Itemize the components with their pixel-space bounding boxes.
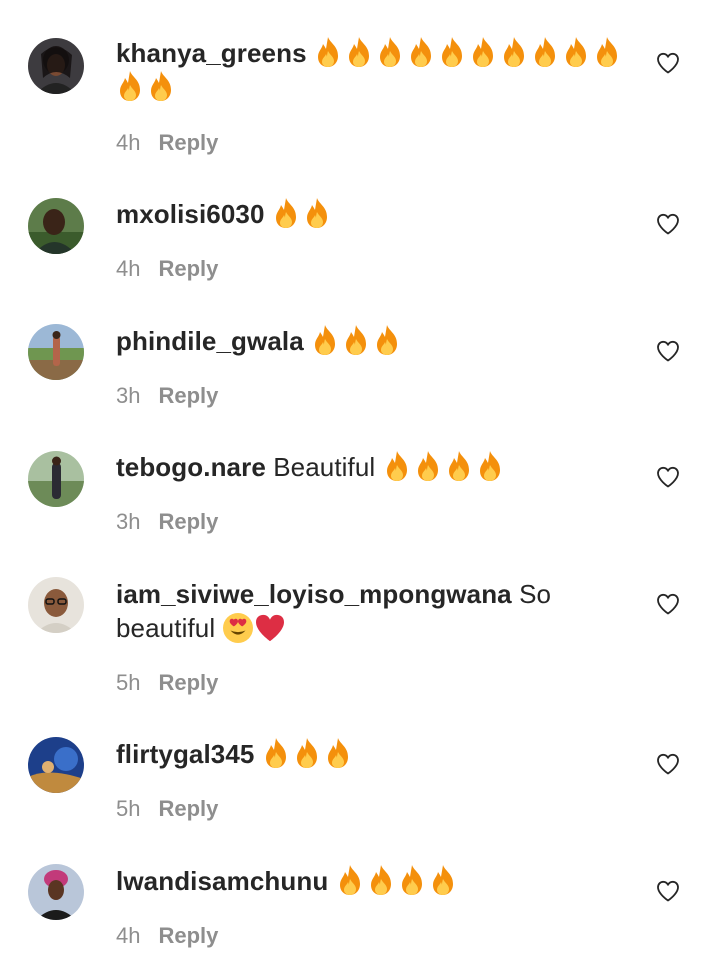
fire-emoji [472,37,493,67]
fire-emoji [306,198,327,228]
comment-timestamp: 5h [116,670,141,695]
heart-outline-icon[interactable] [656,880,680,902]
fire-emoji [265,738,286,768]
reply-button[interactable]: Reply [158,923,218,948]
fire-emoji [417,451,438,481]
comment-username[interactable]: iam_siviwe_loyiso_mpongwana [116,579,512,609]
comment-timestamp: 3h [116,509,141,534]
heart-outline-icon[interactable] [656,213,680,235]
avatar[interactable] [28,864,84,920]
fire-emoji [370,865,391,895]
heart-outline-icon[interactable] [656,466,680,488]
comment-username[interactable]: phindile_gwala [116,326,304,356]
comment-username[interactable]: lwandisamchunu [116,866,328,896]
fire-emoji [315,325,336,355]
fire-emoji-group [383,451,507,482]
comment-username[interactable]: khanya_greens [116,38,307,68]
fire-emoji-group [272,198,334,229]
reply-button[interactable]: Reply [158,256,218,281]
fire-emoji [327,738,348,768]
reply-button[interactable]: Reply [158,796,218,821]
fire-emoji [348,37,369,67]
red-heart-emoji [255,613,285,643]
avatar[interactable] [28,577,84,633]
fire-emoji [565,37,586,67]
comment-username[interactable]: mxolisi6030 [116,199,265,229]
heart-eyes-emoji [222,613,255,643]
fire-emoji [120,71,140,101]
comment-username[interactable]: tebogo.nare [116,452,266,482]
fire-emoji-group [336,865,460,896]
heart-outline-icon[interactable] [656,593,680,615]
comment-timestamp: 4h [116,923,141,948]
fire-emoji [410,37,431,67]
fire-emoji [275,198,296,228]
fire-emoji [448,451,469,481]
reply-button[interactable]: Reply [158,130,218,155]
fire-emoji [296,738,317,768]
fire-emoji [339,865,360,895]
comment-username[interactable]: flirtygal345 [116,739,255,769]
fire-emoji [401,865,422,895]
fire-emoji [386,451,407,481]
avatar[interactable] [28,737,84,793]
reply-button[interactable]: Reply [158,509,218,534]
fire-emoji [432,865,453,895]
comment-timestamp: 4h [116,130,141,155]
fire-emoji [379,37,400,67]
reply-button[interactable]: Reply [158,670,218,695]
fire-emoji [151,71,171,101]
fire-emoji [596,37,617,67]
avatar[interactable] [28,38,84,94]
reply-button[interactable]: Reply [158,383,218,408]
fire-emoji [377,325,398,355]
fire-emoji [479,451,500,481]
heart-outline-icon[interactable] [656,52,680,74]
fire-emoji [317,37,338,67]
fire-emoji [441,37,462,67]
fire-emoji-group [262,738,355,769]
fire-emoji [346,325,367,355]
heart-outline-icon[interactable] [656,340,680,362]
avatar[interactable] [28,198,84,254]
avatar[interactable] [28,451,84,507]
comment-timestamp: 4h [116,256,141,281]
comment-timestamp: 3h [116,383,141,408]
fire-emoji-group [311,325,404,356]
fire-emoji [534,37,555,67]
avatar[interactable] [28,324,84,380]
heart-outline-icon[interactable] [656,753,680,775]
comment-text: Beautiful [273,452,376,482]
fire-emoji [503,37,524,67]
comment-timestamp: 5h [116,796,141,821]
